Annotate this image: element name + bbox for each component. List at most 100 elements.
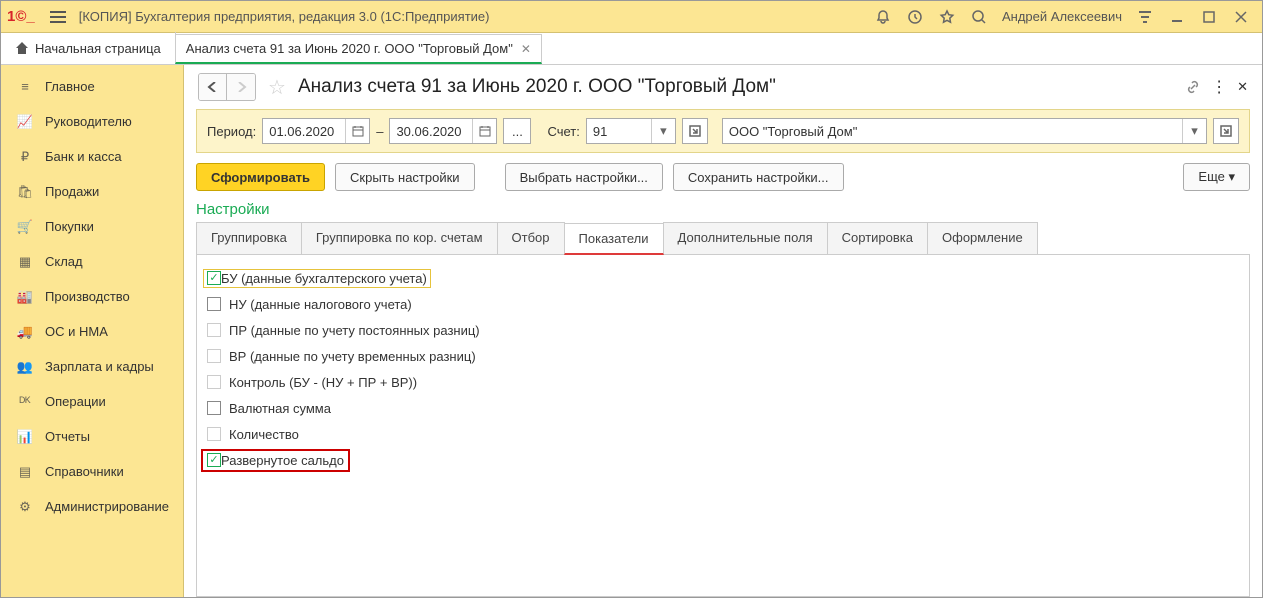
sidebar-item[interactable]: 🚚ОС и НМА <box>1 314 183 349</box>
link-icon[interactable] <box>1185 79 1201 95</box>
tab-close-icon[interactable]: ✕ <box>521 42 531 56</box>
indicator-checkbox-row[interactable]: НУ (данные налогового учета) <box>207 291 1239 317</box>
settings-tab[interactable]: Сортировка <box>827 222 928 254</box>
dropdown-icon[interactable]: ▾ <box>651 119 675 143</box>
sidebar-label: Производство <box>45 289 130 304</box>
date-from-input[interactable] <box>263 119 345 143</box>
checkbox-label: ПР (данные по учету постоянных разниц) <box>229 323 480 338</box>
indicator-checkbox-row: ПР (данные по учету постоянных разниц) <box>207 317 1239 343</box>
checkbox-label: НУ (данные налогового учета) <box>229 297 412 312</box>
sidebar: ≡ Главное 📈Руководителю₽Банк и касса 🛍 Прода… <box>1 65 184 597</box>
settings-tab[interactable]: Группировка <box>196 222 302 254</box>
checkbox-label: Контроль (БУ - (НУ + ПР + ВР)) <box>229 375 417 390</box>
form-button[interactable]: Сформировать <box>196 163 325 191</box>
indicator-checkbox-row[interactable]: Валютная сумма <box>207 395 1239 421</box>
star-icon[interactable] <box>935 5 959 29</box>
sidebar-label: Продажи <box>45 184 99 199</box>
sidebar-icon: 👥 <box>15 357 35 377</box>
account-open-button[interactable] <box>682 118 708 144</box>
sidebar-icon: ▦ <box>15 252 35 272</box>
hide-settings-button[interactable]: Скрыть настройки <box>335 163 475 191</box>
user-name[interactable]: Андрей Алексеевич <box>1002 9 1122 24</box>
date-to-input[interactable] <box>390 119 472 143</box>
sidebar-item[interactable]: 🛍 Продажи <box>1 174 183 209</box>
sidebar-item[interactable]: ▦ Склад <box>1 244 183 279</box>
settings-tab[interactable]: Оформление <box>927 222 1038 254</box>
tab-home-label: Начальная страница <box>35 41 161 56</box>
kebab-icon[interactable]: ⋮ <box>1211 77 1227 97</box>
dropdown-icon[interactable]: ▾ <box>1182 119 1206 143</box>
calendar-icon[interactable] <box>345 119 369 143</box>
indicator-checkbox-row: Количество <box>207 421 1239 447</box>
sidebar-icon: ₽ <box>15 147 35 167</box>
sidebar-label: Зарплата и кадры <box>45 359 154 374</box>
settings-tab[interactable]: Отбор <box>497 222 565 254</box>
account-field[interactable]: ▾ <box>586 118 676 144</box>
sidebar-label: Склад <box>45 254 83 269</box>
account-input[interactable] <box>587 119 651 143</box>
nav-back-button[interactable] <box>199 74 227 100</box>
tab-document[interactable]: Анализ счета 91 за Июнь 2020 г. ООО "Тор… <box>175 34 542 64</box>
checkbox-label: БУ (данные бухгалтерского учета) <box>221 271 427 286</box>
indicator-checkbox-row[interactable]: ✓Развернутое сальдо <box>207 447 1239 473</box>
sidebar-icon: 🛍 <box>15 182 35 202</box>
bell-icon[interactable] <box>871 5 895 29</box>
filter-icon[interactable] <box>1133 5 1157 29</box>
sidebar-item[interactable]: ≡ Главное <box>1 69 183 104</box>
close-icon[interactable] <box>1229 5 1253 29</box>
settings-tabs: ГруппировкаГруппировка по кор. счетамОтб… <box>196 222 1250 255</box>
checkbox-label: Валютная сумма <box>229 401 331 416</box>
content-close-icon[interactable]: ✕ <box>1237 79 1248 95</box>
page-title: Анализ счета 91 за Июнь 2020 г. ООО "Тор… <box>298 76 776 98</box>
tab-home[interactable]: Начальная страница <box>1 32 176 64</box>
sidebar-icon: 📊 <box>15 427 35 447</box>
choose-settings-button[interactable]: Выбрать настройки... <box>505 163 663 191</box>
calendar-icon[interactable] <box>472 119 496 143</box>
favorite-star-icon[interactable]: ☆ <box>268 75 286 100</box>
sidebar-item[interactable]: 📈Руководителю <box>1 104 183 139</box>
save-settings-button[interactable]: Сохранить настройки... <box>673 163 844 191</box>
history-icon[interactable] <box>903 5 927 29</box>
nav-forward-button[interactable] <box>227 74 255 100</box>
date-from-field[interactable] <box>262 118 370 144</box>
checkbox-icon <box>207 323 221 337</box>
sidebar-item[interactable]: ₽Банк и касса <box>1 139 183 174</box>
org-field[interactable]: ▾ <box>722 118 1207 144</box>
sidebar-label: Главное <box>45 79 95 94</box>
settings-tab[interactable]: Группировка по кор. счетам <box>301 222 498 254</box>
sidebar-icon: 🛒 <box>15 217 35 237</box>
sidebar-item[interactable]: 🛒Покупки <box>1 209 183 244</box>
more-button[interactable]: Еще ▾ <box>1183 163 1250 191</box>
checkbox-label: Развернутое сальдо <box>221 453 344 468</box>
org-input[interactable] <box>723 119 1182 143</box>
sidebar-label: Справочники <box>45 464 124 479</box>
sidebar-item[interactable]: 🏭Производство <box>1 279 183 314</box>
sidebar-item[interactable]: ⚙Администрирование <box>1 489 183 524</box>
indicators-panel: ✓БУ (данные бухгалтерского учета) НУ (дан… <box>196 255 1250 597</box>
sidebar-label: Отчеты <box>45 429 90 444</box>
indicator-checkbox-row[interactable]: ✓БУ (данные бухгалтерского учета) <box>207 265 1239 291</box>
parameters-row: Период: – ... Счет: ▾ ▾ <box>196 109 1250 153</box>
sidebar-icon: ≡ <box>15 77 35 97</box>
sidebar-item[interactable]: ▤Справочники <box>1 454 183 489</box>
sidebar-icon: 📈 <box>15 112 35 132</box>
sidebar-label: Администрирование <box>45 499 169 514</box>
sidebar-item[interactable]: 👥 Зарплата и кадры <box>1 349 183 384</box>
settings-tab[interactable]: Показатели <box>564 223 664 255</box>
period-picker-button[interactable]: ... <box>503 118 531 144</box>
settings-tab[interactable]: Дополнительные поля <box>663 222 828 254</box>
org-open-button[interactable] <box>1213 118 1239 144</box>
checkbox-icon <box>207 375 221 389</box>
checkbox-icon <box>207 427 221 441</box>
search-icon[interactable] <box>967 5 991 29</box>
indicator-checkbox-row: ВР (данные по учету временных разниц) <box>207 343 1239 369</box>
minimize-icon[interactable] <box>1165 5 1189 29</box>
sidebar-item[interactable]: 📊 Отчеты <box>1 419 183 454</box>
content-topbar: ☆ Анализ счета 91 за Июнь 2020 г. ООО "Т… <box>184 65 1262 109</box>
menu-icon[interactable] <box>46 5 70 29</box>
tabstrip: Начальная страница Анализ счета 91 за Ию… <box>1 33 1262 65</box>
date-to-field[interactable] <box>389 118 497 144</box>
tab-document-label: Анализ счета 91 за Июнь 2020 г. ООО "Тор… <box>186 41 513 56</box>
sidebar-item[interactable]: ᴰᴷОперации <box>1 384 183 419</box>
maximize-icon[interactable] <box>1197 5 1221 29</box>
